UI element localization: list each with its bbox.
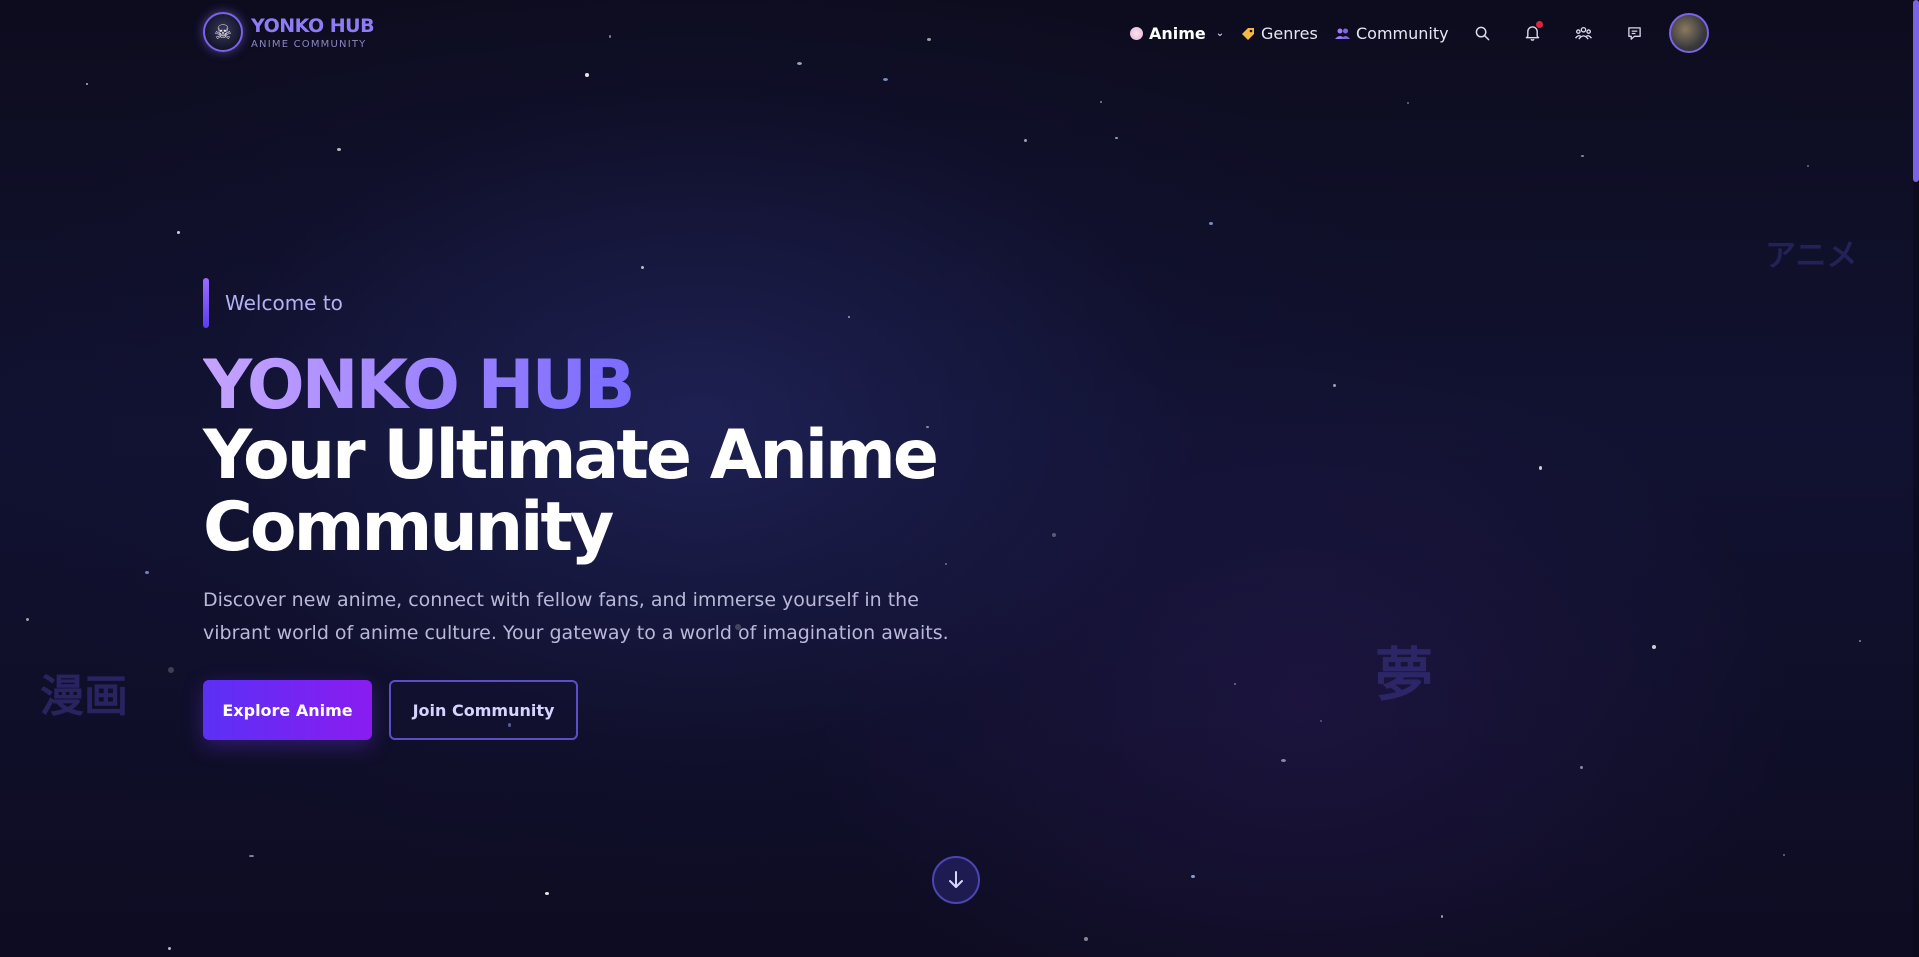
- nav-item-anime-label: Anime: [1149, 24, 1206, 43]
- scroll-down-button[interactable]: [932, 856, 980, 904]
- welcome-line: Welcome to: [203, 278, 343, 328]
- nav-item-genres[interactable]: Genres: [1241, 24, 1318, 43]
- brand-name: YONKO HUB: [251, 14, 375, 37]
- search-button[interactable]: [1468, 19, 1496, 47]
- notifications-button[interactable]: [1518, 19, 1546, 47]
- join-community-button[interactable]: Join Community: [389, 680, 578, 740]
- notification-badge: [1536, 21, 1543, 28]
- page-scrollbar[interactable]: [1913, 0, 1919, 957]
- hero-section: Welcome to YONKO HUB Your Ultimate Anime…: [203, 278, 949, 740]
- hero-title-brand: YONKO HUB: [203, 346, 636, 425]
- users-icon: [1335, 28, 1350, 39]
- nav-item-anime[interactable]: Anime ⌄: [1130, 24, 1224, 43]
- hero-title-main: Your Ultimate Anime Community: [203, 416, 939, 567]
- groups-button[interactable]: [1569, 19, 1597, 47]
- search-icon: [1475, 26, 1489, 40]
- scrollbar-thumb[interactable]: [1913, 0, 1919, 182]
- groups-icon: [1574, 26, 1592, 40]
- brand-home-link[interactable]: ☠ YONKO HUB ANIME COMMUNITY: [203, 12, 375, 52]
- welcome-accent-bar: [203, 278, 209, 328]
- nav-item-community[interactable]: Community: [1335, 24, 1449, 43]
- arrow-down-icon: [949, 871, 963, 888]
- chat-icon: [1627, 26, 1641, 40]
- top-navbar: ☠ YONKO HUB ANIME COMMUNITY Anime ⌄ Genr…: [0, 0, 1919, 66]
- brand-text: YONKO HUB ANIME COMMUNITY: [251, 14, 375, 50]
- tag-icon: [1242, 27, 1254, 40]
- chevron-down-icon: ⌄: [1215, 28, 1225, 39]
- skull-logo-icon: ☠: [203, 12, 243, 52]
- explore-anime-button[interactable]: Explore Anime: [203, 680, 372, 740]
- user-avatar[interactable]: [1669, 13, 1709, 53]
- nav-item-community-label: Community: [1356, 24, 1449, 43]
- decor-kanji-manga: 漫画: [40, 671, 128, 722]
- hero-description: Discover new anime, connect with fellow …: [203, 589, 949, 644]
- nav-item-genres-label: Genres: [1261, 24, 1318, 43]
- anime-dot-icon: [1130, 27, 1143, 40]
- decor-kanji-dream: 夢: [1375, 641, 1434, 709]
- brand-tagline: ANIME COMMUNITY: [251, 38, 367, 50]
- decor-katakana-anime: アニメ: [1765, 238, 1858, 274]
- messages-button[interactable]: [1620, 19, 1648, 47]
- welcome-text: Welcome to: [225, 291, 343, 315]
